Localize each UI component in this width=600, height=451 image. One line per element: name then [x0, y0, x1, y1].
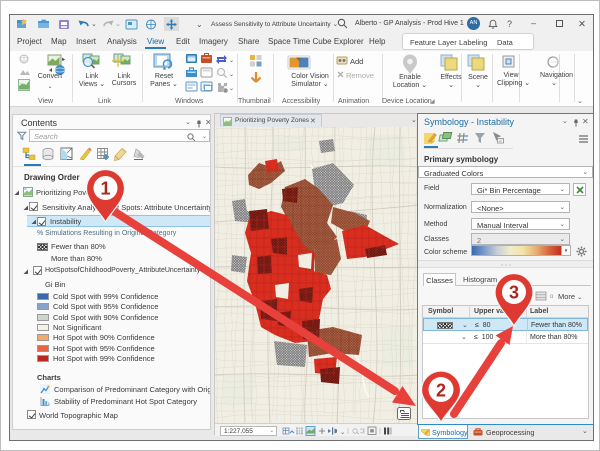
svg-text:Add: Add — [350, 57, 363, 66]
svg-text:⌄: ⌄ — [340, 429, 345, 436]
svg-text:⌄: ⌄ — [91, 21, 97, 28]
svg-text:⌄: ⌄ — [229, 72, 234, 78]
svg-text:⌄: ⌄ — [229, 58, 234, 64]
svg-text:⌄: ⌄ — [229, 86, 234, 92]
svg-text:Remove: Remove — [346, 71, 374, 80]
svg-text:⌄: ⌄ — [196, 20, 203, 29]
svg-text:⌄: ⌄ — [115, 21, 121, 28]
